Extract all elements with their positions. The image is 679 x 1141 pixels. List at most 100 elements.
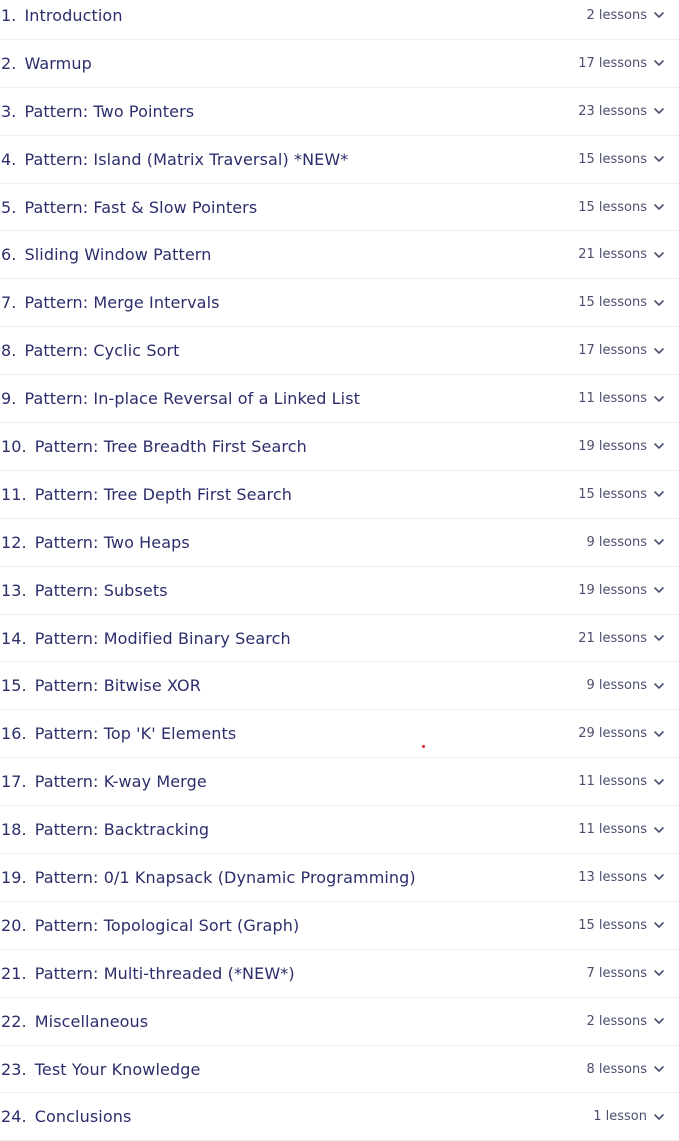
lesson-count: 13 lessons — [578, 869, 647, 885]
module-row[interactable]: 19. Pattern: 0/1 Knapsack (Dynamic Progra… — [0, 854, 679, 902]
module-meta: 29 lessons — [578, 726, 679, 741]
module-title: Pattern: Tree Breadth First Search — [34, 436, 307, 456]
module-row[interactable]: 3. Pattern: Two Pointers 23 lessons — [0, 88, 679, 136]
chevron-down-icon[interactable] — [653, 824, 665, 836]
lesson-count: 11 lessons — [578, 391, 647, 407]
module-meta: 8 lessons — [586, 1062, 679, 1077]
chevron-down-icon[interactable] — [653, 153, 665, 165]
chevron-down-icon[interactable] — [653, 488, 665, 500]
module-title: Miscellaneous — [34, 1011, 149, 1031]
module-title: Pattern: Merge Intervals — [24, 293, 220, 313]
chevron-down-icon[interactable] — [653, 871, 665, 883]
module-row[interactable]: 24. Conclusions 1 lesson — [0, 1093, 679, 1141]
module-title: Pattern: Tree Depth First Search — [34, 484, 292, 504]
lesson-count: 9 lessons — [586, 678, 647, 694]
lesson-count: 7 lessons — [586, 965, 647, 981]
module-number: 17. — [1, 772, 27, 792]
module-row[interactable]: 13. Pattern: Subsets 19 lessons — [0, 567, 679, 615]
module-number: 2. — [1, 53, 17, 73]
chevron-down-icon[interactable] — [653, 1015, 665, 1027]
module-number: 3. — [1, 101, 17, 121]
lesson-count: 8 lessons — [586, 1061, 647, 1077]
module-number: 7. — [1, 293, 17, 313]
module-row[interactable]: 21. Pattern: Multi-threaded (*NEW*) 7 less… — [0, 950, 679, 998]
chevron-down-icon[interactable] — [653, 345, 665, 357]
module-title: Pattern: Fast & Slow Pointers — [24, 197, 258, 217]
module-number: 9. — [1, 389, 17, 409]
module-number: 10. — [1, 436, 27, 456]
module-title-group: 14. Pattern: Modified Binary Search — [0, 629, 291, 648]
module-meta: 1 lesson — [593, 1109, 679, 1124]
chevron-down-icon[interactable] — [653, 1111, 665, 1123]
module-meta: 21 lessons — [578, 247, 679, 262]
module-row[interactable]: 11. Pattern: Tree Depth First Search 15 le… — [0, 471, 679, 519]
lesson-count: 15 lessons — [578, 486, 647, 502]
module-row[interactable]: 9. Pattern: In-place Reversal of a Linked… — [0, 375, 679, 424]
module-row[interactable]: 15. Pattern: Bitwise XOR 9 lessons — [0, 662, 679, 711]
chevron-down-icon[interactable] — [653, 919, 665, 931]
module-row[interactable]: 8. Pattern: Cyclic Sort 17 lessons — [0, 327, 679, 376]
module-title: Pattern: Subsets — [34, 580, 168, 600]
module-row[interactable]: 2. Warmup 17 lessons — [0, 40, 679, 88]
chevron-down-icon[interactable] — [653, 728, 665, 740]
chevron-down-icon[interactable] — [653, 776, 665, 788]
module-title: Introduction — [24, 5, 123, 25]
module-row[interactable]: 5. Pattern: Fast & Slow Pointers 15 lesson… — [0, 184, 679, 232]
module-title-group: 1. Introduction — [0, 6, 123, 25]
module-meta: 7 lessons — [586, 966, 679, 981]
module-title: Pattern: Multi-threaded (*NEW*) — [34, 963, 295, 983]
chevron-down-icon[interactable] — [653, 201, 665, 213]
module-number: 24. — [1, 1107, 27, 1127]
module-title: Conclusions — [34, 1107, 132, 1127]
chevron-down-icon[interactable] — [653, 57, 665, 69]
module-row[interactable]: 23. Test Your Knowledge 8 lessons — [0, 1046, 679, 1094]
lesson-count: 23 lessons — [578, 103, 647, 119]
chevron-down-icon[interactable] — [653, 536, 665, 548]
module-number: 8. — [1, 341, 17, 361]
module-title-group: 11. Pattern: Tree Depth First Search — [0, 485, 292, 504]
chevron-down-icon[interactable] — [653, 297, 665, 309]
module-meta: 11 lessons — [578, 391, 679, 406]
module-meta: 19 lessons — [578, 439, 679, 454]
module-number: 20. — [1, 915, 27, 935]
module-row[interactable]: 10. Pattern: Tree Breadth First Search 19 … — [0, 423, 679, 471]
module-row[interactable]: 6. Sliding Window Pattern 21 lessons — [0, 231, 679, 280]
module-row[interactable]: 18. Pattern: Backtracking 11 lessons — [0, 806, 679, 855]
module-title-group: 7. Pattern: Merge Intervals — [0, 293, 220, 312]
module-row[interactable]: 17. Pattern: K-way Merge 11 lessons — [0, 758, 679, 807]
lesson-count: 11 lessons — [578, 822, 647, 838]
chevron-down-icon[interactable] — [653, 680, 665, 692]
module-number: 14. — [1, 628, 27, 648]
module-title: Pattern: Topological Sort (Graph) — [34, 915, 300, 935]
module-row[interactable]: 22. Miscellaneous 2 lessons — [0, 998, 679, 1046]
chevron-down-icon[interactable] — [653, 105, 665, 117]
course-module-list: 1. Introduction 2 lessons 2. Warmup 17 lesson… — [0, 0, 679, 1141]
module-title-group: 5. Pattern: Fast & Slow Pointers — [0, 198, 257, 217]
module-row[interactable]: 14. Pattern: Modified Binary Search 21 les… — [0, 615, 679, 663]
module-number: 19. — [1, 867, 27, 887]
chevron-down-icon[interactable] — [653, 584, 665, 596]
module-row[interactable]: 4. Pattern: Island (Matrix Traversal) *NE… — [0, 136, 679, 184]
chevron-down-icon[interactable] — [653, 440, 665, 452]
red-dot-marker — [422, 745, 425, 748]
module-title-group: 6. Sliding Window Pattern — [0, 245, 211, 264]
module-row[interactable]: 16. Pattern: Top 'K' Elements 29 lessons — [0, 710, 679, 759]
lesson-count: 15 lessons — [578, 295, 647, 311]
lesson-count: 29 lessons — [578, 726, 647, 742]
chevron-down-icon[interactable] — [653, 9, 665, 21]
module-title: Pattern: In-place Reversal of a Linked L… — [24, 389, 361, 409]
chevron-down-icon[interactable] — [653, 967, 665, 979]
chevron-down-icon[interactable] — [653, 249, 665, 261]
chevron-down-icon[interactable] — [653, 632, 665, 644]
lesson-count: 21 lessons — [578, 630, 647, 646]
module-title-group: 18. Pattern: Backtracking — [0, 820, 209, 839]
module-row[interactable]: 12. Pattern: Two Heaps 9 lessons — [0, 519, 679, 567]
module-row[interactable]: 7. Pattern: Merge Intervals 15 lessons — [0, 279, 679, 328]
chevron-down-icon[interactable] — [653, 393, 665, 405]
module-title-group: 3. Pattern: Two Pointers — [0, 102, 194, 121]
module-row[interactable]: 20. Pattern: Topological Sort (Graph) 15 l… — [0, 902, 679, 950]
lesson-count: 17 lessons — [578, 343, 647, 359]
chevron-down-icon[interactable] — [653, 1063, 665, 1075]
module-row[interactable]: 1. Introduction 2 lessons — [0, 0, 679, 40]
module-title: Pattern: Top 'K' Elements — [34, 724, 237, 744]
